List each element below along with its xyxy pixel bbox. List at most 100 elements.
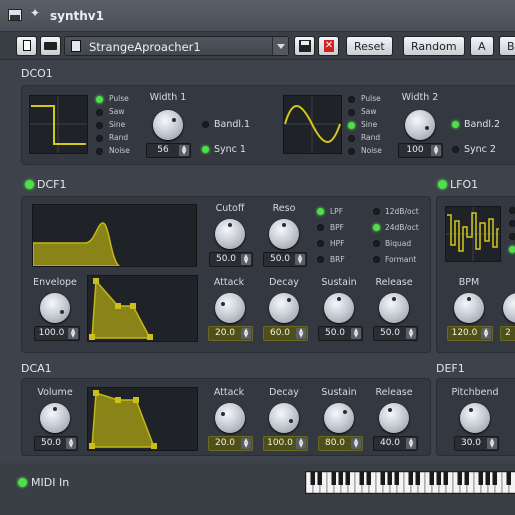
dcf1-cutoff-label: Cutoff [215, 203, 245, 214]
dca1-envelope-display[interactable] [87, 387, 198, 451]
lfo1-partial-spinbox[interactable]: 2 [500, 326, 515, 341]
piano-keyboard[interactable] [305, 471, 515, 494]
spin-arrows-icon[interactable]: ▲ ▼ [351, 438, 361, 449]
black-key[interactable] [506, 472, 512, 485]
spin-arrows-icon[interactable]: ▲ ▼ [295, 254, 305, 265]
black-key[interactable] [310, 472, 316, 485]
random-button[interactable]: Random [403, 36, 465, 56]
lfo1-shape-led-2[interactable] [509, 220, 515, 227]
osc1-width-spinbox[interactable]: 56 ▲ ▼ [146, 143, 191, 158]
spin-arrows-icon[interactable]: ▲ ▼ [241, 254, 251, 265]
spin-arrows-icon[interactable]: ▲ ▼ [241, 328, 251, 339]
compare-b-button[interactable]: B [499, 36, 515, 56]
filter-response-curve [32, 222, 122, 267]
osc1-waveform [30, 96, 87, 153]
dcf1-release-knob[interactable] [379, 293, 409, 323]
lfo1-bpm-knob[interactable] [454, 293, 484, 323]
dcf1-reso-spinbox[interactable]: 50.0 ▲ ▼ [263, 252, 307, 267]
dcf1-decay-spinbox[interactable]: 60.0 ▲ ▼ [263, 326, 308, 341]
osc2-width-label: Width 2 [401, 92, 439, 103]
preset-icon [71, 40, 81, 52]
dca1-sustain-knob[interactable] [324, 403, 354, 433]
spin-arrows-icon[interactable]: ▲ ▼ [179, 145, 189, 156]
open-preset-button[interactable] [40, 36, 61, 56]
dcf1-decay-knob[interactable] [269, 293, 299, 323]
def1-pitchbend-spinbox[interactable]: 30.0 ▲ ▼ [454, 436, 499, 451]
spin-arrows-icon[interactable]: ▲ ▼ [296, 328, 306, 339]
spin-arrows-icon[interactable]: ▲ ▼ [481, 328, 491, 339]
osc2-width-knob[interactable] [405, 110, 435, 140]
black-key[interactable] [380, 472, 386, 485]
dca1-release-knob[interactable] [379, 403, 409, 433]
lfo1-partial-knob[interactable] [503, 293, 515, 323]
preset-name: StrangeAproacher1 [89, 40, 201, 54]
preset-combo[interactable]: StrangeAproacher1 [64, 36, 289, 56]
pin-icon[interactable]: ✦ [30, 6, 40, 20]
lfo1-bpm-spinbox[interactable]: 120.0 ▲ ▼ [447, 326, 493, 341]
black-key[interactable] [408, 472, 414, 485]
chevron-down-icon[interactable] [272, 37, 288, 55]
lfo1-shape-led-4[interactable] [509, 246, 515, 253]
spin-arrows-icon[interactable]: ▲ ▼ [66, 438, 76, 449]
dcf1-attack-knob[interactable] [215, 293, 245, 323]
black-key[interactable] [331, 472, 337, 485]
new-preset-button[interactable] [16, 36, 37, 56]
dcf1-attack-spinbox[interactable]: 20.0 ▲ ▼ [208, 326, 253, 341]
osc1-width-knob[interactable] [153, 110, 183, 140]
led-indicator [373, 256, 380, 263]
spin-arrows-icon[interactable]: ▲ ▼ [406, 328, 416, 339]
black-key[interactable] [345, 472, 351, 485]
lfo1-enable-toggle[interactable]: LFO1 [438, 178, 498, 192]
dcf1-reso-knob[interactable] [269, 219, 299, 249]
dca1-release-spinbox[interactable]: 40.0 ▲ ▼ [373, 436, 418, 451]
black-key[interactable] [464, 472, 470, 485]
black-key[interactable] [366, 472, 372, 485]
spin-arrows-icon[interactable]: ▲ ▼ [351, 328, 361, 339]
dcf1-sustain-spinbox[interactable]: 50.0 ▲ ▼ [318, 326, 363, 341]
dca1-attack-knob[interactable] [215, 403, 245, 433]
black-key[interactable] [359, 472, 365, 485]
led-indicator [348, 148, 355, 155]
save-preset-button[interactable] [294, 36, 315, 56]
compare-a-button[interactable]: A [470, 36, 494, 56]
black-key[interactable] [443, 472, 449, 485]
spin-arrows-icon[interactable]: ▲ ▼ [406, 438, 416, 449]
spin-arrows-icon[interactable]: ▲ ▼ [487, 438, 497, 449]
spin-arrows-icon[interactable]: ▲ ▼ [296, 438, 306, 449]
delete-preset-button[interactable]: ✕ [318, 36, 339, 56]
dca1-decay-knob[interactable] [269, 403, 299, 433]
black-key[interactable] [415, 472, 421, 485]
dcf1-sustain-knob[interactable] [324, 293, 354, 323]
dcf1-envelope-knob[interactable] [40, 293, 70, 323]
spin-arrows-icon[interactable]: ▲ ▼ [431, 145, 441, 156]
osc2-width-spinbox[interactable]: 100 ▲ ▼ [398, 143, 443, 158]
spin-arrows-icon[interactable]: ▲ ▼ [68, 328, 78, 339]
spin-arrows-icon[interactable]: ▲ ▼ [241, 438, 251, 449]
dcf1-release-spinbox[interactable]: 50.0 ▲ ▼ [373, 326, 418, 341]
black-key[interactable] [317, 472, 323, 485]
black-key[interactable] [394, 472, 400, 485]
black-key[interactable] [492, 472, 498, 485]
black-key[interactable] [478, 472, 484, 485]
dcf1-envelope-spinbox[interactable]: 100.0 ▲ ▼ [34, 326, 80, 341]
black-key[interactable] [429, 472, 435, 485]
dcf1-cutoff-knob[interactable] [215, 219, 245, 249]
dca1-sustain-spinbox[interactable]: 80.0 ▲ ▼ [318, 436, 363, 451]
black-key[interactable] [457, 472, 463, 485]
lfo1-shape-led-3[interactable] [509, 233, 515, 240]
dca1-volume-spinbox[interactable]: 50.0 ▲ ▼ [34, 436, 78, 451]
dca1-decay-spinbox[interactable]: 100.0 ▲ ▼ [263, 436, 308, 451]
dcf1-enable-toggle[interactable]: DCF1 [25, 178, 85, 192]
black-key[interactable] [485, 472, 491, 485]
dcf1-cutoff-spinbox[interactable]: 50.0 ▲ ▼ [209, 252, 253, 267]
def1-pitchbend-knob[interactable] [460, 403, 490, 433]
black-key[interactable] [338, 472, 344, 485]
reset-button[interactable]: Reset [346, 36, 393, 56]
black-key[interactable] [387, 472, 393, 485]
piano-keys[interactable] [305, 471, 515, 494]
dca1-volume-knob[interactable] [40, 403, 70, 433]
lfo1-shape-led-1[interactable] [509, 207, 515, 214]
dcf1-envelope-display[interactable] [87, 275, 198, 342]
black-key[interactable] [436, 472, 442, 485]
dca1-attack-spinbox[interactable]: 20.0 ▲ ▼ [208, 436, 253, 451]
